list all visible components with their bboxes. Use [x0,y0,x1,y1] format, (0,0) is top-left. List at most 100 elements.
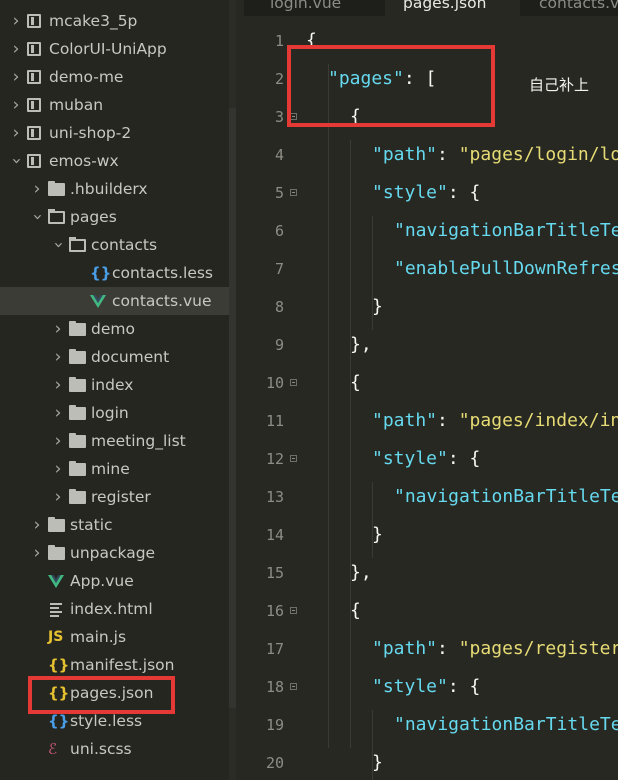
js-file-icon: JS [48,629,64,645]
folder-icon [48,545,65,560]
sidebar-scrollbar-thumb[interactable] [229,108,236,708]
folder-open-icon [48,209,65,224]
project-icon [27,98,41,112]
fold-toggle-icon[interactable] [290,189,297,196]
line-number: 10 [265,374,284,392]
json-key: "navigationBarTitleText" [394,486,618,507]
code-area[interactable]: {"pages": [{"path": "pages/login/login",… [306,16,618,780]
chevron-right-icon[interactable] [51,399,65,427]
tree-item-demo-me[interactable]: demo-me [0,63,236,91]
code-line[interactable]: "path": "pages/register/register", [372,624,618,662]
code-line[interactable]: { [306,16,317,54]
tree-item-label: index.html [70,600,153,618]
code-line[interactable]: "style": { [372,434,480,472]
punctuation: { [350,372,361,393]
tree-item-document[interactable]: document [0,343,236,371]
tree-item-muban[interactable]: muban [0,91,236,119]
annotation-text: 自己补上 [529,76,590,94]
tree-item-register[interactable]: register [0,483,236,511]
tree-item-style-less[interactable]: {} style.less [0,707,236,735]
code-line[interactable]: "enablePullDownRefresh" [394,244,618,282]
tree-item-login[interactable]: login [0,399,236,427]
code-line[interactable]: "path": "pages/login/login", [372,130,618,168]
chevron-right-icon[interactable] [30,539,44,567]
chevron-right-icon[interactable] [9,119,23,147]
tab-pages-json[interactable]: pages.json [385,0,520,16]
less-file-icon: {} [90,264,112,282]
fold-toggle-icon[interactable] [290,455,297,462]
tree-item-demo[interactable]: demo [0,315,236,343]
tree-item-index-html[interactable]: index.html [0,595,236,623]
chevron-right-icon[interactable] [51,483,65,511]
code-line[interactable]: "style": { [372,662,480,700]
tree-item-meeting-list[interactable]: meeting_list [0,427,236,455]
punctuation: } [372,524,383,545]
line-number: 17 [265,640,284,658]
tree-item-uni-scss[interactable]: ℰuni.scss [0,735,236,763]
tree-item-mine[interactable]: mine [0,455,236,483]
tree-item-emos-wx[interactable]: emos-wx [0,147,236,175]
tree-item-contacts-less[interactable]: {} contacts.less [0,259,236,287]
code-line[interactable]: { [350,358,361,396]
code-line[interactable]: } [372,738,383,776]
sidebar-scrollbar-track[interactable] [229,0,236,780]
chevron-right-icon[interactable] [30,175,44,203]
code-line[interactable]: { [350,586,361,624]
html-file-icon [48,595,64,623]
fold-toggle-icon[interactable] [290,379,297,386]
code-line[interactable]: "navigationBarTitleText" [394,472,618,510]
chevron-right-icon[interactable] [51,343,65,371]
chevron-right-icon[interactable] [9,7,23,35]
code-line[interactable]: { [350,92,361,130]
chevron-down-icon[interactable] [51,231,65,259]
tab-login-vue[interactable]: login.vue [244,0,384,16]
chevron-right-icon[interactable] [9,63,23,91]
code-line[interactable]: }, [350,548,372,586]
code-line[interactable]: } [372,510,383,548]
chevron-down-icon[interactable] [9,147,23,175]
tree-item-hbuilderx[interactable]: .hbuilderx [0,175,236,203]
chevron-down-icon[interactable] [30,203,44,231]
punctuation: : [437,638,459,659]
punctuation: } [372,296,383,317]
json-key: "style" [372,676,448,697]
tree-item-label: muban [49,96,104,114]
json-string: "pages/register/register", [458,638,618,659]
tree-item-uni-shop-2[interactable]: uni-shop-2 [0,119,236,147]
tab-contacts-vue[interactable]: contacts.vue [521,0,618,16]
folder-icon [48,181,65,196]
tree-item-contacts[interactable]: contacts [0,231,236,259]
tree-item-colorui-uniapp[interactable]: ColorUI-UniApp [0,35,236,63]
tree-item-mcake3-5p[interactable]: mcake3_5p [0,7,236,35]
code-line[interactable]: "navigationBarTitleText" [394,206,618,244]
tree-item-main-js[interactable]: JS main.js [0,623,236,651]
code-line[interactable]: "pages": [ [328,54,436,92]
chevron-right-icon[interactable] [51,455,65,483]
tree-item-app-vue[interactable]: App.vue [0,567,236,595]
chevron-right-icon[interactable] [9,35,23,63]
tree-item-static[interactable]: static [0,511,236,539]
vue-file-icon [90,287,106,315]
tree-item-index[interactable]: index [0,371,236,399]
code-line[interactable]: }, [350,320,372,358]
chevron-right-icon[interactable] [9,91,23,119]
chevron-right-icon[interactable] [51,427,65,455]
tree-item-pages[interactable]: pages [0,203,236,231]
punctuation: { [306,30,317,51]
fold-toggle-icon[interactable] [290,683,297,690]
code-line[interactable]: } [372,282,383,320]
code-line[interactable]: "navigationBarTitleText" [394,700,618,738]
chevron-right-icon[interactable] [51,315,65,343]
code-line[interactable]: "style": { [372,168,480,206]
tree-item-label: manifest.json [70,656,175,674]
json-key: "style" [372,448,448,469]
code-line[interactable]: "path": "pages/index/index", [372,396,618,434]
tree-item-unpackage[interactable]: unpackage [0,539,236,567]
tree-item-pages-json[interactable]: {} pages.json [0,679,236,707]
tree-item-manifest-json[interactable]: {} manifest.json [0,651,236,679]
chevron-right-icon[interactable] [51,371,65,399]
chevron-right-icon[interactable] [30,511,44,539]
fold-toggle-icon[interactable] [290,607,297,614]
tree-item-contacts-vue[interactable]: contacts.vue [0,287,236,315]
fold-toggle-icon[interactable] [290,113,297,120]
